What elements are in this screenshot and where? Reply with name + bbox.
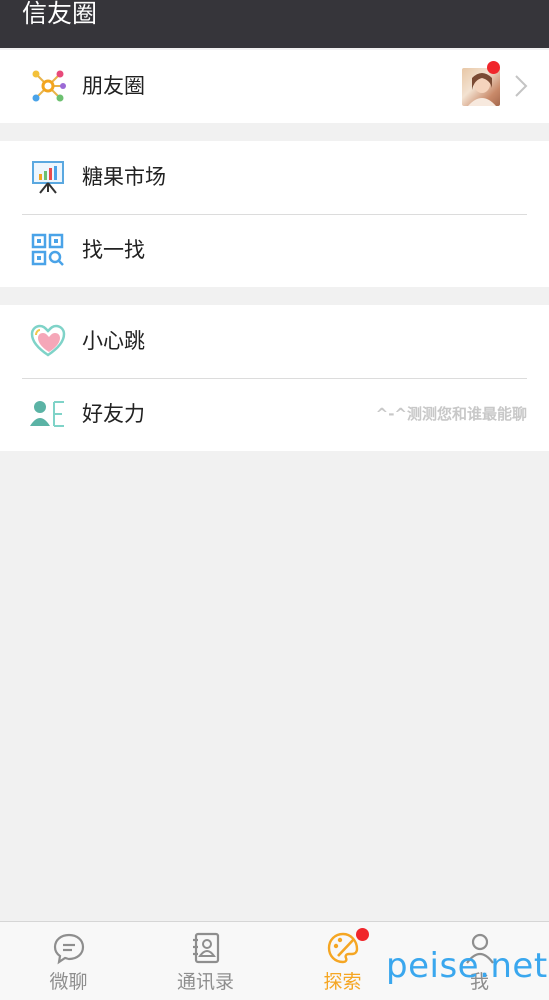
market-label: 糖果市场 — [82, 165, 166, 189]
moments-new-badge — [487, 61, 500, 74]
contacts-book-icon — [192, 932, 219, 964]
app-header: 信友圈 — [0, 0, 549, 48]
find-row[interactable]: 找一找 — [0, 214, 549, 287]
moments-label: 朋友圈 — [82, 74, 145, 98]
market-row[interactable]: 糖果市场 — [0, 141, 549, 214]
heartbeat-label: 小心跳 — [82, 329, 145, 353]
moments-row[interactable]: 朋友圈 — [0, 50, 549, 123]
tab-chat[interactable]: 微聊 — [0, 922, 137, 1000]
explore-palette-icon — [327, 932, 358, 964]
discover-group: 糖果市场 找一找 — [0, 141, 549, 287]
chevron-right-icon — [515, 75, 528, 97]
tab-contacts[interactable]: 通讯录 — [137, 922, 274, 1000]
qr-scan-icon — [31, 233, 64, 266]
explore-badge — [356, 928, 369, 941]
moments-network-icon — [32, 70, 66, 102]
watermark-text: peise.net — [386, 946, 548, 986]
moments-group: 朋友圈 — [0, 50, 549, 123]
find-label: 找一找 — [82, 238, 145, 262]
presentation-chart-icon — [32, 161, 64, 194]
friendship-hint: ^-^测测您和谁最能聊 — [375, 405, 527, 423]
heartbeat-row[interactable]: 小心跳 — [0, 305, 549, 378]
friendship-label: 好友力 — [82, 402, 145, 426]
user-list-icon — [30, 401, 64, 427]
social-group: 小心跳 好友力 ^-^测测您和谁最能聊 — [0, 305, 549, 451]
friendship-row[interactable]: 好友力 ^-^测测您和谁最能聊 — [0, 378, 549, 451]
heart-icon — [30, 324, 66, 357]
chat-bubble-icon — [53, 933, 84, 965]
tab-chat-label: 微聊 — [49, 971, 88, 993]
tab-contacts-label: 通讯录 — [176, 971, 234, 993]
page-title: 信友圈 — [22, 0, 98, 28]
